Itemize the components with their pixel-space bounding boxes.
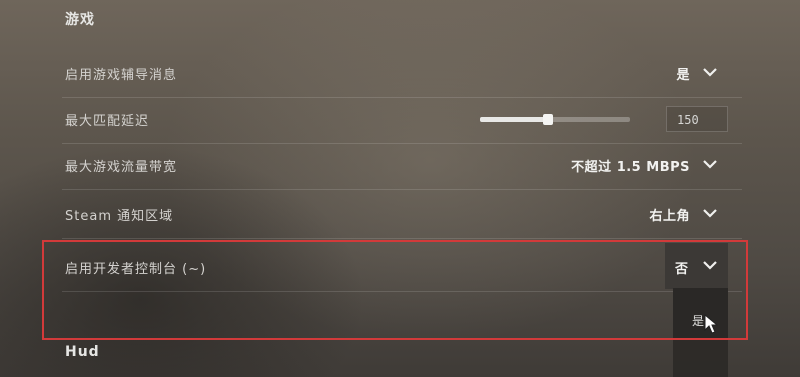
slider-thumb[interactable] xyxy=(542,114,553,125)
setting-row-max-bandwidth[interactable]: 最大游戏流量带宽 不超过 1.5 MBPS xyxy=(62,143,742,190)
setting-row-tutorial-messages[interactable]: 启用游戏辅导消息 是 xyxy=(62,51,742,98)
setting-label: 最大游戏流量带宽 xyxy=(65,160,178,175)
setting-label: Steam 通知区域 xyxy=(65,209,174,224)
chevron-down-icon[interactable] xyxy=(702,157,718,171)
latency-slider[interactable] xyxy=(480,114,630,125)
mouse-cursor-icon xyxy=(704,314,718,334)
red-highlight-box xyxy=(42,240,748,340)
dropdown-value[interactable]: 是 xyxy=(676,64,690,83)
slider-fill xyxy=(480,117,548,122)
dropdown-value[interactable]: 不超过 1.5 MBPS xyxy=(571,156,690,175)
section-title-hud: Hud xyxy=(65,344,100,360)
chevron-down-icon[interactable] xyxy=(702,65,718,79)
setting-label: 启用游戏辅导消息 xyxy=(65,68,178,83)
section-title-game: 游戏 xyxy=(65,12,95,28)
dropdown-menu-extension xyxy=(673,340,728,377)
setting-label: 最大匹配延迟 xyxy=(65,114,150,129)
latency-input[interactable]: 150 xyxy=(666,106,728,132)
setting-row-steam-notification[interactable]: Steam 通知区域 右上角 xyxy=(62,192,742,239)
dropdown-value[interactable]: 右上角 xyxy=(649,205,690,224)
setting-row-max-match-latency: 最大匹配延迟 150 xyxy=(62,97,742,144)
chevron-down-icon[interactable] xyxy=(702,206,718,220)
